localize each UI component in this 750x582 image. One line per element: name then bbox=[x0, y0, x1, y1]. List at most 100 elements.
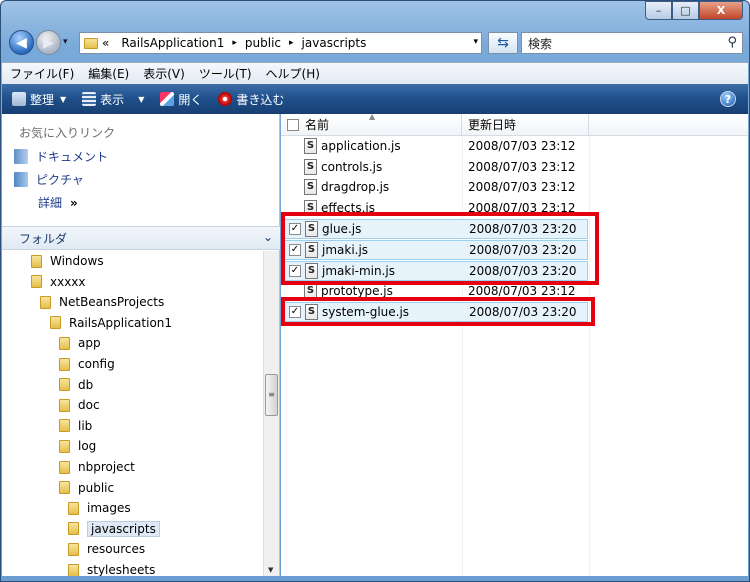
tree-item-label: NetBeansProjects bbox=[59, 295, 165, 310]
file-row[interactable]: Sapplication.js 2008/07/03 23:12 bbox=[284, 136, 588, 156]
close-button[interactable]: X bbox=[699, 1, 743, 20]
search-icon[interactable]: ⚲ bbox=[727, 35, 737, 50]
tree-item[interactable]: nbproject bbox=[59, 457, 135, 477]
folder-icon bbox=[59, 460, 70, 474]
tree-item[interactable]: doc bbox=[59, 395, 100, 415]
script-file-icon: S bbox=[304, 159, 317, 175]
folder-icon bbox=[68, 501, 79, 515]
file-checkbox[interactable]: ✓ bbox=[289, 244, 301, 256]
folder-tree: Windows xxxxx NetBeansProjects RailsApplica… bbox=[2, 251, 264, 576]
caption-buttons: – □ X bbox=[645, 1, 743, 20]
history-dropdown-icon[interactable]: ▾ bbox=[63, 37, 68, 47]
help-icon[interactable]: ? bbox=[720, 91, 736, 107]
tree-item[interactable]: resources bbox=[68, 539, 145, 559]
select-all-checkbox[interactable] bbox=[287, 118, 299, 131]
chevron-right-icon[interactable]: ▸ bbox=[289, 38, 294, 48]
folder-icon bbox=[59, 481, 70, 495]
tree-item[interactable]: log bbox=[59, 436, 96, 456]
tree-item[interactable]: public bbox=[59, 478, 114, 498]
open-button[interactable]: 開く bbox=[160, 91, 202, 108]
tree-item[interactable]: NetBeansProjects bbox=[40, 292, 164, 312]
sort-up-icon: ▲ bbox=[369, 112, 376, 121]
organize-icon bbox=[12, 92, 26, 106]
file-row[interactable]: ✓ Sjmaki.js 2008/07/03 23:20 bbox=[284, 240, 588, 260]
tree-scrollbar[interactable]: ≡ ▼ bbox=[263, 251, 279, 576]
folder-icon bbox=[59, 439, 70, 453]
script-file-icon: S bbox=[305, 304, 318, 320]
file-checkbox[interactable]: ✓ bbox=[289, 306, 301, 318]
folders-header[interactable]: フォルダ ⌄ bbox=[2, 226, 280, 250]
search-input[interactable]: 検索 ⚲ bbox=[521, 32, 743, 54]
breadcrumb-railsapplication1[interactable]: RailsApplication1 bbox=[121, 36, 224, 50]
tree-item-label: resources bbox=[87, 542, 146, 557]
scrollbar-thumb[interactable]: ≡ bbox=[265, 374, 278, 416]
breadcrumb-javascripts[interactable]: javascripts bbox=[302, 36, 367, 50]
file-row[interactable]: ✓ Ssystem-glue.js 2008/07/03 23:20 bbox=[284, 302, 588, 322]
chevron-right-icon[interactable]: ▸ bbox=[232, 38, 237, 48]
tree-item-label: config bbox=[78, 357, 115, 371]
file-row[interactable]: Sprototype.js 2008/07/03 23:12 bbox=[284, 281, 588, 301]
address-bar[interactable]: « RailsApplication1 ▸ public ▸ javascrip… bbox=[79, 32, 482, 54]
file-row[interactable]: ✓ Sglue.js 2008/07/03 23:20 bbox=[284, 219, 588, 239]
file-date: 2008/07/03 23:20 bbox=[469, 243, 577, 257]
menu-help[interactable]: ヘルプ(H) bbox=[266, 65, 320, 82]
menu-tools[interactable]: ツール(T) bbox=[199, 65, 252, 82]
folder-icon bbox=[59, 419, 70, 433]
tree-item[interactable]: javascripts bbox=[68, 519, 160, 539]
folder-icon bbox=[59, 357, 70, 371]
file-checkbox[interactable]: ✓ bbox=[289, 223, 301, 235]
file-name: application.js bbox=[321, 139, 401, 153]
explorer-window: – □ X ◀ ▶ ▾ « RailsApplication1 ▸ public… bbox=[0, 0, 750, 582]
pictures-icon bbox=[14, 172, 28, 187]
tree-item[interactable]: xxxxx bbox=[31, 272, 86, 292]
tree-item-label: app bbox=[78, 336, 101, 351]
refresh-button[interactable]: ⇆ bbox=[488, 32, 518, 54]
breadcrumb-overflow[interactable]: « bbox=[102, 36, 109, 50]
tree-item[interactable]: images bbox=[68, 498, 131, 518]
file-row[interactable]: Sdragdrop.js 2008/07/03 23:12 bbox=[284, 177, 588, 197]
chevron-down-icon: ▼ bbox=[60, 94, 67, 104]
refresh-icon: ⇆ bbox=[497, 35, 509, 51]
scroll-down-icon[interactable]: ▼ bbox=[268, 566, 273, 574]
views-icon bbox=[82, 92, 97, 106]
tree-item[interactable]: RailsApplication1 bbox=[50, 313, 172, 333]
maximize-button[interactable]: □ bbox=[672, 1, 699, 20]
favorite-pictures[interactable]: ピクチャ bbox=[14, 171, 84, 188]
tree-item[interactable]: lib bbox=[59, 416, 92, 436]
forward-button[interactable]: ▶ bbox=[36, 30, 61, 55]
tree-item-label: xxxxx bbox=[50, 274, 86, 289]
organize-button[interactable]: 整理 ▼ bbox=[12, 91, 66, 108]
menu-file[interactable]: ファイル(F) bbox=[10, 65, 74, 82]
back-button[interactable]: ◀ bbox=[9, 30, 34, 55]
favorite-documents[interactable]: ドキュメント bbox=[14, 148, 108, 165]
file-date: 2008/07/03 23:12 bbox=[468, 139, 576, 153]
column-header-modified[interactable]: 更新日時 bbox=[462, 114, 589, 136]
more-links[interactable]: 詳細» bbox=[38, 194, 78, 211]
tree-item[interactable]: config bbox=[59, 354, 115, 374]
folder-icon bbox=[68, 522, 79, 536]
folder-icon bbox=[31, 254, 42, 268]
tree-item[interactable]: stylesheets bbox=[68, 560, 155, 576]
file-row[interactable]: ✓ Sjmaki-min.js 2008/07/03 23:20 bbox=[284, 261, 588, 281]
tree-item-label: nbproject bbox=[78, 460, 135, 474]
address-dropdown-icon[interactable]: ▾ bbox=[473, 37, 478, 47]
menu-view[interactable]: 表示(V) bbox=[143, 65, 185, 82]
chevron-down-icon[interactable]: ⌄ bbox=[263, 230, 273, 244]
file-checkbox[interactable]: ✓ bbox=[289, 265, 301, 277]
menu-edit[interactable]: 編集(E) bbox=[88, 65, 129, 82]
column-header-name[interactable]: 名前 ▲ bbox=[281, 112, 462, 136]
tree-item-label: stylesheets bbox=[87, 563, 156, 576]
file-row[interactable]: Scontrols.js 2008/07/03 23:12 bbox=[284, 157, 588, 177]
views-button[interactable]: 表示 ▼ bbox=[82, 91, 144, 108]
burn-button[interactable]: 書き込む bbox=[218, 91, 284, 108]
tree-item[interactable]: app bbox=[59, 333, 101, 353]
navigation-pane: お気に入りリンク ドキュメント ピクチャ 詳細» フォルダ ⌄ Windows x… bbox=[2, 114, 280, 576]
folder-icon bbox=[59, 398, 70, 412]
folder-icon bbox=[59, 378, 70, 392]
file-row[interactable]: Seffects.js 2008/07/03 23:12 bbox=[284, 198, 588, 218]
tree-item[interactable]: db bbox=[59, 375, 93, 395]
tree-item[interactable]: Windows bbox=[31, 251, 104, 271]
breadcrumb-public[interactable]: public bbox=[245, 36, 281, 50]
minimize-button[interactable]: – bbox=[645, 1, 672, 20]
script-file-icon: S bbox=[305, 263, 318, 279]
